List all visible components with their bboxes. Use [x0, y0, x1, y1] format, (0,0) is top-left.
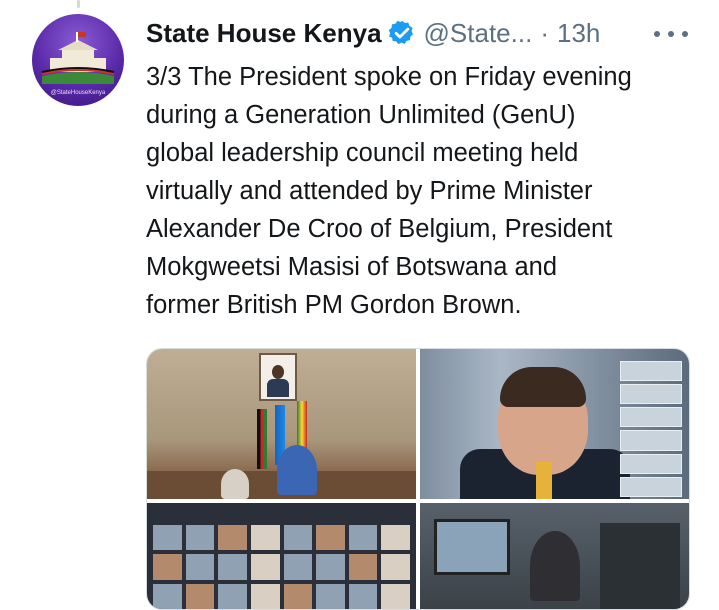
header-separator: ·	[540, 17, 549, 48]
media-grid	[146, 348, 690, 610]
seated-person	[530, 531, 580, 601]
speaker-tie	[536, 461, 552, 499]
tweet-text-line: former British PM Gordon Brown.	[146, 291, 522, 319]
monitor	[434, 519, 510, 575]
display-name[interactable]: State House Kenya	[146, 18, 382, 49]
user-handle[interactable]: @State...	[424, 18, 533, 49]
profile-avatar[interactable]: @StateHouseKenya	[32, 14, 124, 106]
tweet-timestamp[interactable]: 13h	[557, 18, 600, 49]
speaker-hair	[500, 367, 586, 407]
seated-person	[277, 445, 317, 495]
seated-person	[221, 469, 249, 499]
kenya-flag	[257, 409, 267, 469]
tweet-text-line: Alexander De Croo of Belgium, President	[146, 215, 613, 243]
more-dot	[682, 31, 688, 37]
media-photo-2[interactable]	[420, 349, 689, 499]
more-options-icon[interactable]	[654, 28, 688, 40]
avatar-caption: @StateHouseKenya	[50, 90, 106, 96]
chair	[600, 523, 680, 609]
thread-connector	[77, 0, 80, 8]
media-photo-3[interactable]	[147, 503, 416, 609]
tweet-text-line: virtually and attended by Prime Minister	[146, 177, 593, 205]
media-photo-4[interactable]	[420, 503, 689, 609]
tweet-text-line: during a Generation Unlimited (GenU)	[146, 101, 576, 129]
tweet-text-line: global leadership council meeting held	[146, 139, 579, 167]
tweet-text-line: 3/3 The President spoke on Friday evenin…	[146, 63, 632, 91]
tweet-header: State House Kenya @State... · 13h	[146, 14, 600, 52]
presidential-portrait	[259, 353, 297, 401]
participant-thumbnails	[620, 361, 682, 497]
video-conference-grid	[153, 525, 410, 609]
tweet-text-line: Mokgweetsi Masisi of Botswana and	[146, 253, 558, 281]
tweet-body: 3/3 The President spoke on Friday evenin…	[146, 58, 706, 324]
more-dot	[654, 31, 660, 37]
verified-badge-icon	[388, 20, 413, 45]
media-photo-1[interactable]	[147, 349, 416, 499]
more-dot	[668, 31, 674, 37]
